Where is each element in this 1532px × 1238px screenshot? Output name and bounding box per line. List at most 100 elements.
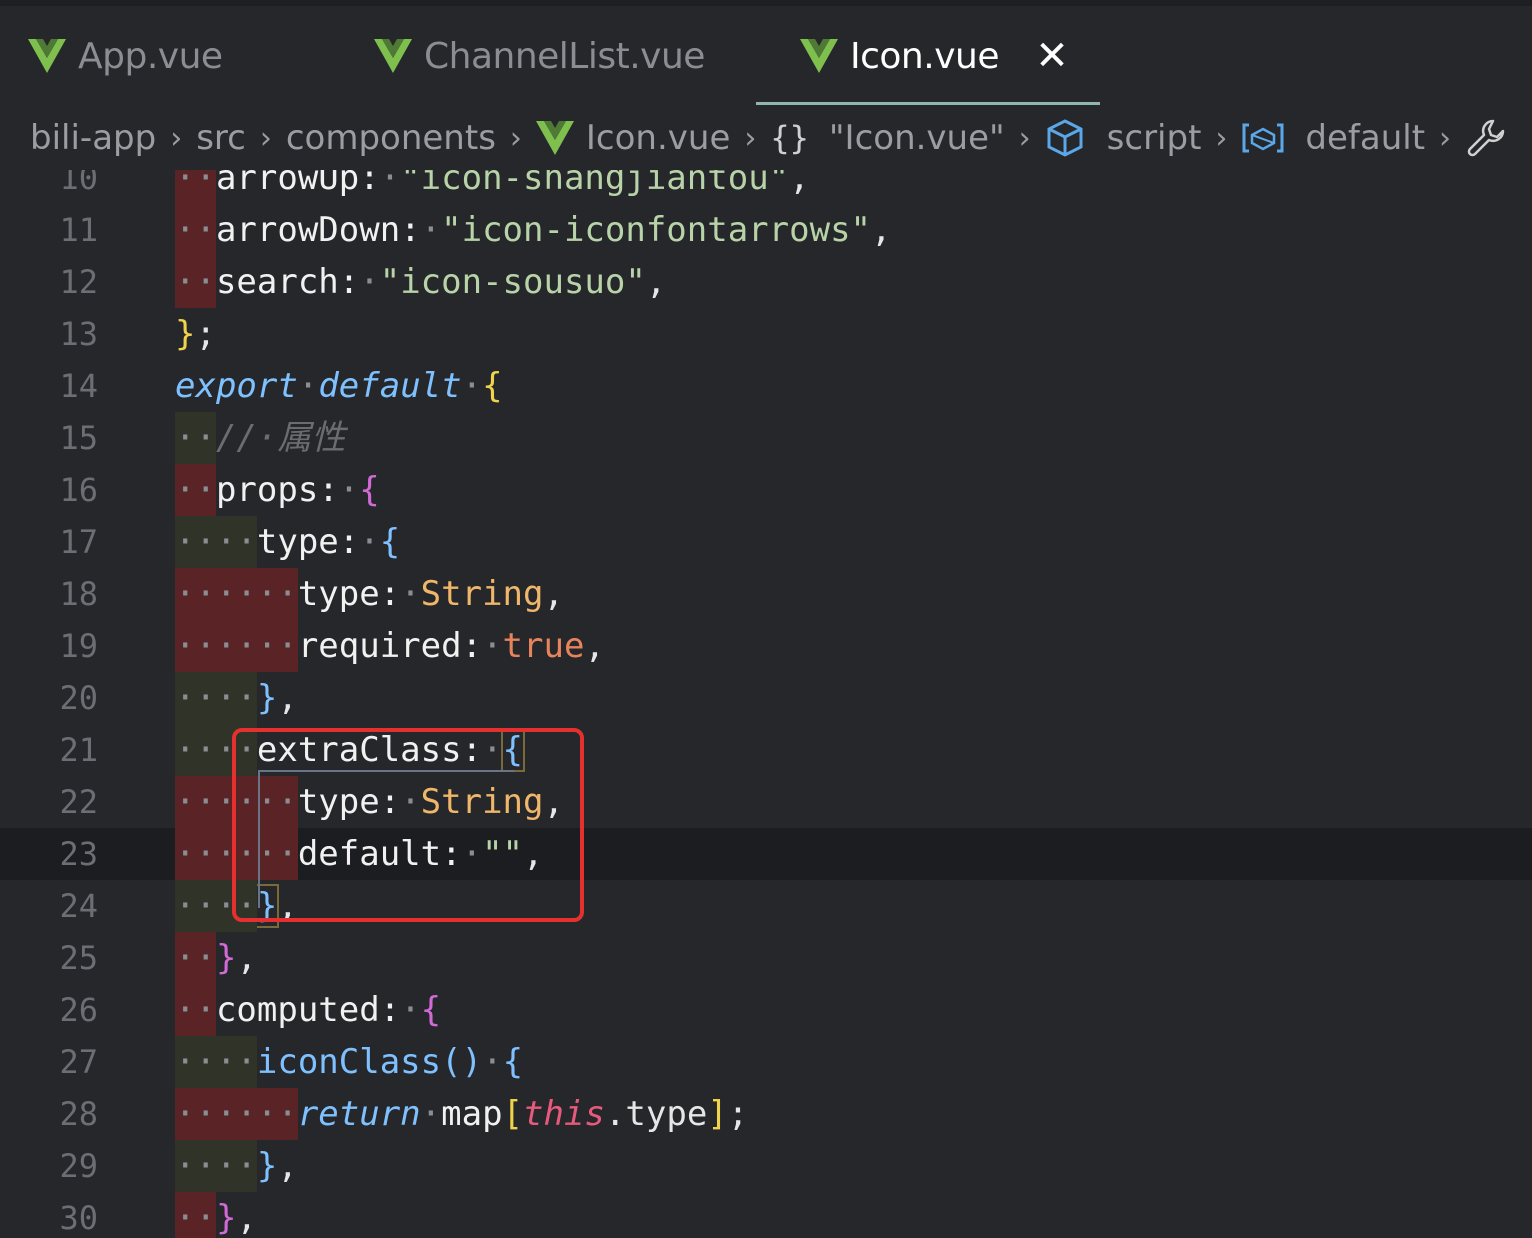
active-tab-indicator: [756, 102, 1100, 105]
line-number: 10: [59, 170, 98, 197]
breadcrumb-label: src: [196, 118, 246, 158]
annotation-highlight-box: [232, 728, 584, 922]
tab-icon-vue[interactable]: Icon.vue: [800, 6, 999, 106]
breadcrumb-label: default: [1305, 118, 1426, 158]
code-text: ······type:·String,: [175, 568, 564, 620]
code-text: ····},: [175, 1140, 298, 1192]
code-text: ··search:·"icon-sousuo",: [175, 256, 666, 308]
editor-tab-bar: App.vue ChannelList.vue Icon.vue ✕: [0, 6, 1532, 106]
line-number: 29: [59, 1147, 98, 1185]
wrench-icon: [1467, 119, 1505, 157]
breadcrumb-item-src[interactable]: src: [196, 118, 246, 158]
line-number: 14: [59, 367, 98, 405]
code-line: 10 ··arrowUp:·"icon-shangjiantou",: [0, 170, 1532, 204]
code-text: ··//·属性: [175, 412, 345, 464]
breadcrumb-label: "Icon.vue": [828, 118, 1005, 158]
code-line: 25 ··},: [0, 932, 1532, 984]
breadcrumb-item-bili-app[interactable]: bili-app: [30, 118, 156, 158]
line-number: 19: [59, 627, 98, 665]
code-line: 20 ····},: [0, 672, 1532, 724]
code-line: 16 ··props:·{: [0, 464, 1532, 516]
tab-label: ChannelList.vue: [424, 35, 705, 77]
code-text: ··arrowDown:·"icon-iconfontarrows",: [175, 204, 892, 256]
chevron-right-icon: ›: [1439, 120, 1452, 156]
breadcrumb-item-icon-vue[interactable]: Icon.vue: [535, 118, 731, 158]
line-number: 30: [59, 1199, 98, 1237]
chevron-right-icon: ›: [170, 120, 183, 156]
code-line: 18 ······type:·String,: [0, 568, 1532, 620]
code-line: 24 ····},: [0, 880, 1532, 932]
chevron-right-icon: ›: [1215, 120, 1228, 156]
code-text: ··},: [175, 932, 257, 984]
breadcrumb-item-script[interactable]: script: [1045, 118, 1202, 158]
code-text: ······required:·true,: [175, 620, 605, 672]
vue-icon: [535, 121, 574, 155]
chevron-right-icon: ›: [509, 120, 522, 156]
breadcrumb-label: Icon.vue: [585, 118, 731, 158]
code-line: 29 ····},: [0, 1140, 1532, 1192]
line-number: 20: [59, 679, 98, 717]
code-line: 27 ····iconClass()·{: [0, 1036, 1532, 1088]
vscode-window: App.vue ChannelList.vue Icon.vue ✕ bili-…: [0, 0, 1532, 1238]
tab-app-vue[interactable]: App.vue: [28, 6, 223, 106]
line-number: 23: [59, 835, 98, 873]
code-text: };: [175, 314, 216, 354]
line-number: 25: [59, 939, 98, 977]
code-line: 11 ··arrowDown:·"icon-iconfontarrows",: [0, 204, 1532, 256]
code-editor[interactable]: 10 ··arrowUp:·"icon-shangjiantou", 11 ··…: [0, 170, 1532, 1238]
breadcrumb-item-default[interactable]: default: [1241, 118, 1425, 158]
code-text: ··},: [175, 1192, 257, 1238]
chevron-right-icon: ›: [259, 120, 272, 156]
code-text: ····},: [175, 672, 298, 724]
breadcrumb-item-icon-vue-string[interactable]: {} "Icon.vue": [770, 118, 1004, 158]
line-number: 28: [59, 1095, 98, 1133]
code-text: ··arrowUp:·"icon-shangjiantou",: [175, 170, 810, 204]
code-line: 30 ··},: [0, 1192, 1532, 1238]
line-number: 11: [59, 211, 98, 249]
line-number: 12: [59, 263, 98, 301]
chevron-right-icon: ›: [1018, 120, 1031, 156]
variable-icon: [1242, 123, 1284, 153]
code-line: 19 ······required:·true,: [0, 620, 1532, 672]
breadcrumb-label: bili-app: [30, 118, 157, 158]
tab-label: Icon.vue: [850, 35, 999, 77]
braces-icon: {}: [770, 119, 809, 157]
code-text: ····type:·{: [175, 516, 400, 568]
vue-icon: [28, 39, 66, 73]
line-number: 26: [59, 991, 98, 1029]
tab-channellist-vue[interactable]: ChannelList.vue: [374, 6, 705, 106]
code-line: 14 export·default·{: [0, 360, 1532, 412]
line-number: 22: [59, 783, 98, 821]
code-line-current: 23 ······default:·"",: [0, 828, 1532, 880]
code-line: 22 ······type:·String,: [0, 776, 1532, 828]
line-number: 17: [59, 523, 98, 561]
line-number: 16: [59, 471, 98, 509]
code-line: 15 ··//·属性: [0, 412, 1532, 464]
line-number: 13: [59, 315, 98, 353]
code-text: ····iconClass()·{: [175, 1036, 523, 1088]
code-line: 17 ····type:·{: [0, 516, 1532, 568]
breadcrumb-label: components: [285, 118, 496, 158]
code-text: ··computed:·{: [175, 984, 441, 1036]
code-line: 12 ··search:·"icon-sousuo",: [0, 256, 1532, 308]
code-line: 21 ····extraClass:·{: [0, 724, 1532, 776]
breadcrumb: bili-app › src › components › Icon.vue ›…: [0, 106, 1532, 170]
breadcrumb-item-property[interactable]: [1465, 117, 1519, 159]
cube-icon: [1047, 119, 1083, 157]
tab-label: App.vue: [78, 35, 223, 77]
vue-icon: [374, 39, 412, 73]
close-icon: ✕: [1035, 33, 1069, 79]
tab-close-button[interactable]: ✕: [1032, 33, 1072, 79]
breadcrumb-label: script: [1106, 118, 1202, 158]
code-line: 28 ······return·map[this.type];: [0, 1088, 1532, 1140]
line-number: 18: [59, 575, 98, 613]
vue-icon: [800, 39, 838, 73]
code-line: 26 ··computed:·{: [0, 984, 1532, 1036]
code-text: ······return·map[this.type];: [175, 1088, 748, 1140]
line-number: 27: [59, 1043, 98, 1081]
code-line: 13 };: [0, 308, 1532, 360]
breadcrumb-item-components[interactable]: components: [286, 118, 496, 158]
line-number: 21: [59, 731, 98, 769]
line-number: 15: [59, 419, 98, 457]
line-number: 24: [59, 887, 98, 925]
